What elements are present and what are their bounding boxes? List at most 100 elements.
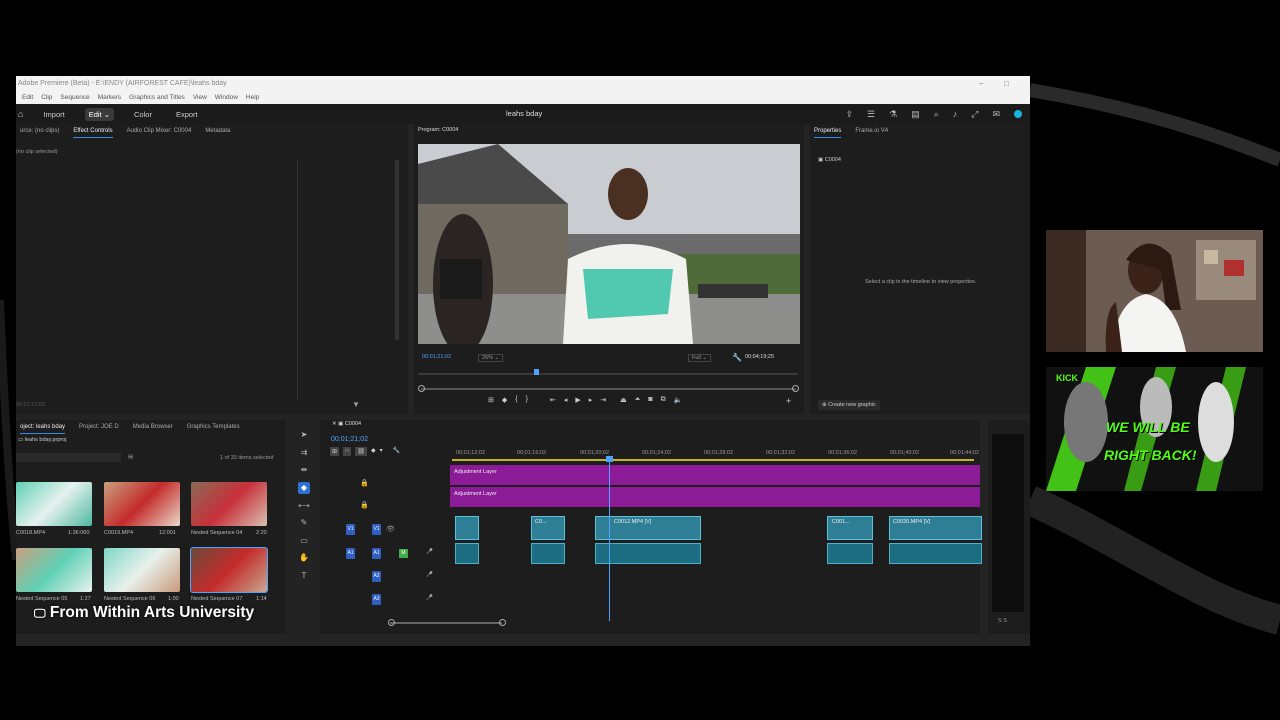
timeline-tab[interactable]: ✕ ▣ C0004 — [332, 421, 361, 427]
adjustment-layer-clip[interactable]: Adjustment Layer — [450, 487, 980, 507]
insert-icon[interactable]: ⊞ — [488, 396, 494, 404]
tab-source[interactable]: urce: (no clips) — [20, 124, 59, 138]
playhead-handle[interactable] — [606, 456, 613, 462]
marker-down-icon[interactable]: ▾ — [380, 447, 383, 456]
solo-icon[interactable]: S S — [998, 618, 1007, 624]
step-back-icon[interactable]: ◂ — [564, 396, 568, 404]
search-icon[interactable]: ⌕ — [934, 109, 939, 120]
tab-effect-controls[interactable]: Effect Controls — [73, 124, 113, 138]
beta-icon[interactable]: ⚗ — [889, 109, 897, 120]
zoom-scrollbar[interactable] — [421, 388, 796, 390]
add-marker-icon[interactable]: ◆ — [371, 447, 376, 456]
video-clip[interactable]: C001... — [827, 516, 873, 540]
menu-window[interactable]: Window — [215, 91, 238, 104]
mic-icon[interactable]: 🎤 — [426, 595, 433, 601]
thumb-nested-04[interactable] — [191, 482, 267, 526]
program-video-frame[interactable] — [418, 144, 800, 344]
tab-properties[interactable]: Properties — [814, 124, 842, 138]
toggle-output-icon[interactable]: 👁 — [386, 525, 395, 533]
track-a1[interactable]: A1 — [372, 548, 381, 559]
video-clip[interactable] — [455, 516, 479, 540]
minimize-icon[interactable]: – — [979, 76, 983, 91]
extract-icon[interactable]: ⏶ — [635, 396, 641, 404]
audio-clip[interactable] — [455, 543, 479, 564]
menu-sequence[interactable]: Sequence — [60, 91, 89, 104]
scroll-handle-right[interactable] — [792, 385, 799, 392]
type-tool-icon[interactable]: T — [298, 570, 310, 582]
step-forward-icon[interactable]: ▸ — [589, 396, 593, 404]
menu-help[interactable]: Help — [246, 91, 259, 104]
mic-icon[interactable]: 🎤 — [426, 549, 433, 555]
slip-tool-icon[interactable]: ⟷ — [298, 500, 310, 512]
track-v1[interactable]: V1 — [372, 524, 381, 535]
selection-tool-icon[interactable]: ➤ — [298, 429, 310, 441]
expand-icon[interactable]: ⤢ — [971, 109, 978, 120]
feedback-icon[interactable]: ✉ — [992, 109, 1000, 120]
menu-clip[interactable]: Clip — [41, 91, 52, 104]
playhead-marker[interactable] — [534, 369, 539, 375]
play-icon[interactable]: ▶ — [575, 396, 580, 404]
audio-clip[interactable] — [889, 543, 982, 564]
menu-markers[interactable]: Markers — [98, 91, 121, 104]
volume-icon[interactable]: ♪ — [953, 109, 958, 119]
tab-project-joe[interactable]: Project: JOE D — [79, 420, 119, 434]
audio-clip[interactable] — [531, 543, 565, 564]
tab-project[interactable]: oject: leahs bday — [20, 420, 66, 434]
timeline-scroll-handle[interactable] — [499, 619, 506, 626]
video-clip[interactable]: C0012.MP4 [V] — [595, 516, 701, 540]
project-search-input[interactable] — [16, 453, 121, 462]
menu-view[interactable]: View — [193, 91, 207, 104]
lift-icon[interactable]: ⏏ — [620, 396, 627, 404]
tab-audio-mixer[interactable]: Audio Clip Mixer: C0004 — [127, 124, 192, 138]
go-to-in-icon[interactable]: ⇤ — [550, 396, 556, 404]
work-area-bar[interactable] — [452, 459, 974, 461]
wrench-icon[interactable]: 🔧 — [732, 353, 742, 362]
thumb-c0018[interactable] — [16, 482, 92, 526]
in-point-icon[interactable]: { — [515, 396, 517, 404]
thumb-nested-07[interactable] — [190, 547, 268, 593]
video-clip[interactable]: C0020.MP4 [V] — [889, 516, 982, 540]
tab-media-browser[interactable]: Media Browser — [133, 420, 173, 434]
rectangle-tool-icon[interactable]: ▭ — [298, 535, 310, 547]
audio-icon[interactable]: 🔈 — [674, 396, 683, 404]
marker-icon[interactable]: ◆ — [502, 396, 507, 404]
ripple-edit-icon[interactable]: ⇹ — [298, 464, 310, 476]
share-icon[interactable]: ⇪ — [845, 109, 853, 120]
zoom-select[interactable]: 26% ⌄ — [478, 354, 504, 362]
scroll-handle-left[interactable] — [418, 385, 425, 392]
razor-tool-icon[interactable]: ◆ — [298, 482, 310, 494]
tab-frameio[interactable]: Frame.io V4 — [855, 124, 888, 138]
thumb-nested-06[interactable] — [104, 548, 180, 592]
hand-tool-icon[interactable]: ✋ — [298, 552, 310, 564]
audio-clip[interactable] — [827, 543, 873, 564]
edit-tab[interactable]: Edit ⌄ — [84, 107, 115, 121]
maximize-icon[interactable]: □ — [1004, 76, 1009, 91]
workspaces-icon[interactable]: ☰ — [867, 109, 875, 120]
thumb-nested-05[interactable] — [16, 548, 92, 592]
track-a3[interactable]: A3 — [372, 594, 381, 605]
out-point-icon[interactable]: } — [526, 396, 528, 404]
camera-icon[interactable]: ◙ — [648, 396, 652, 404]
tab-metadata[interactable]: Metadata — [205, 124, 230, 138]
go-to-out-icon[interactable]: ⇥ — [600, 396, 606, 404]
filter-icon[interactable]: ▼ — [352, 400, 360, 409]
mute-button[interactable]: M — [399, 549, 408, 558]
create-graphic-button[interactable]: ⊕ Create new graphic — [818, 400, 880, 410]
comments-icon[interactable]: ▤ — [911, 109, 920, 120]
lock-icon[interactable]: 🔒 — [360, 501, 369, 509]
timeline-ruler[interactable]: 00;01;12;02 00;01;16;02 00;01;20;02 00;0… — [452, 448, 979, 462]
playhead[interactable] — [609, 456, 610, 621]
timeline-scrollbar[interactable] — [390, 622, 502, 624]
track-a2[interactable]: A2 — [372, 571, 381, 582]
timeline-scroll-handle[interactable] — [388, 619, 395, 626]
export-tab[interactable]: Export — [172, 108, 202, 121]
audio-clip[interactable] — [595, 543, 701, 564]
thumb-c0019[interactable] — [104, 482, 180, 526]
import-tab[interactable]: Import — [39, 108, 68, 121]
adjustment-layer-clip[interactable]: Adjustment Layer — [450, 465, 980, 485]
comparison-icon[interactable]: ⧉ — [661, 396, 666, 404]
new-bin-icon[interactable]: ▤ — [128, 454, 133, 460]
nest-toggle-icon[interactable]: ⊞ — [330, 447, 340, 456]
home-icon[interactable]: ⌂ — [18, 109, 23, 119]
mic-icon[interactable]: 🎤 — [426, 572, 433, 578]
